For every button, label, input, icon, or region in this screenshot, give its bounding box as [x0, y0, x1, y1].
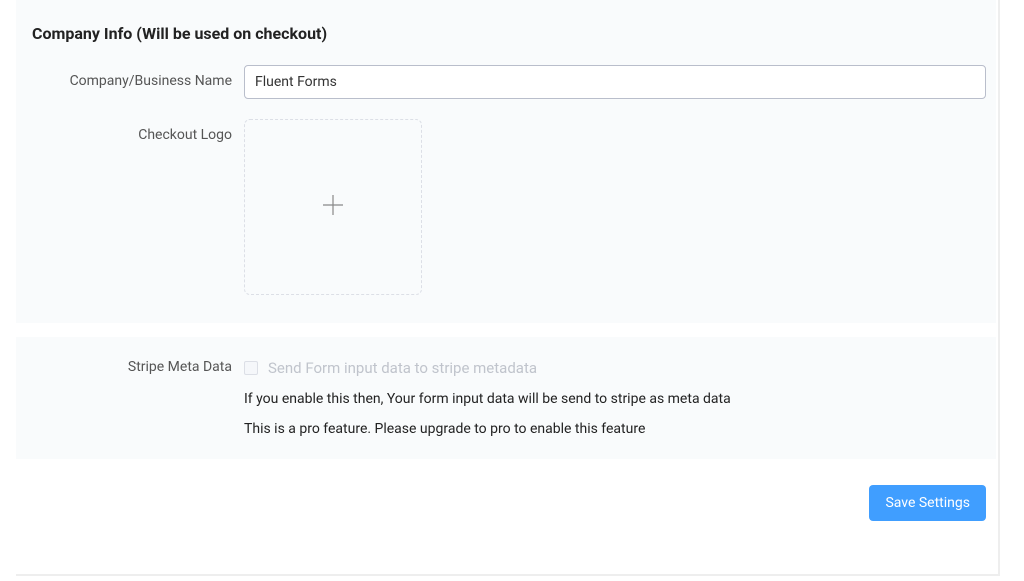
stripe-meta-checkbox[interactable]: [244, 361, 258, 375]
stripe-meta-description: If you enable this then, Your form input…: [244, 391, 986, 407]
stripe-meta-checkbox-label: Send Form input data to stripe metadata: [268, 359, 537, 377]
stripe-meta-label: Stripe Meta Data: [26, 359, 244, 375]
checkout-logo-label: Checkout Logo: [26, 119, 244, 143]
stripe-meta-section: Stripe Meta Data Send Form input data to…: [16, 337, 996, 459]
company-name-input[interactable]: [244, 65, 986, 99]
company-info-section: Company Info (Will be used on checkout) …: [16, 0, 996, 323]
company-name-label: Company/Business Name: [26, 65, 244, 89]
checkout-logo-row: Checkout Logo: [26, 119, 986, 295]
company-name-row: Company/Business Name: [26, 65, 986, 99]
stripe-meta-checkbox-wrap: Send Form input data to stripe metadata: [244, 359, 986, 377]
section-title: Company Info (Will be used on checkout): [26, 24, 986, 43]
save-settings-button[interactable]: Save Settings: [869, 485, 986, 521]
footer-actions: Save Settings: [16, 473, 996, 539]
stripe-meta-pro-notice: This is a pro feature. Please upgrade to…: [244, 421, 986, 437]
logo-upload-box[interactable]: [244, 119, 422, 295]
plus-icon: [319, 191, 347, 224]
